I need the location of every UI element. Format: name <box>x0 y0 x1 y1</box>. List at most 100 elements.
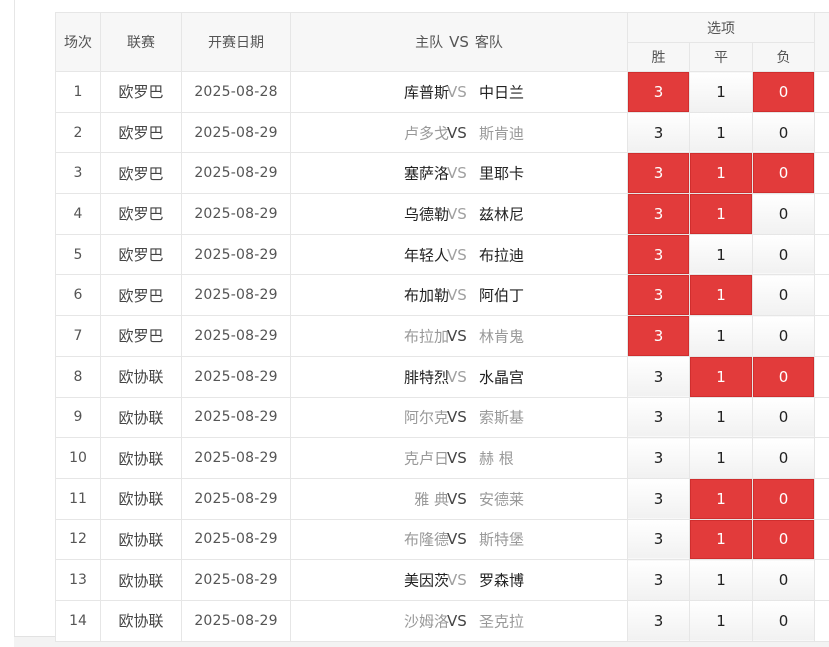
row-date: 2025-08-29 <box>182 397 291 438</box>
row-date: 2025-08-29 <box>182 519 291 560</box>
vs-label: VS <box>447 164 467 182</box>
option-win-button[interactable]: 3 <box>628 112 690 153</box>
table-row: 13欧协联2025-08-29美因茨VS罗森博310 <box>56 560 829 601</box>
home-team: 布拉加 <box>404 325 449 346</box>
row-date: 2025-08-29 <box>182 560 291 601</box>
row-match: 布隆德VS斯特堡 <box>291 519 628 560</box>
row-match: 布拉加VS林肯鬼 <box>291 316 628 357</box>
option-win-button[interactable]: 3 <box>628 560 690 601</box>
away-team: 兹林尼 <box>479 203 524 224</box>
row-date: 2025-08-29 <box>182 356 291 397</box>
option-loss-button[interactable]: 0 <box>753 194 815 235</box>
home-team: 沙姆洛 <box>404 610 449 631</box>
option-draw-button[interactable]: 1 <box>690 112 753 153</box>
home-team: 布加勒 <box>404 285 449 306</box>
option-draw-button[interactable]: 1 <box>690 72 753 113</box>
option-draw-button[interactable]: 1 <box>690 316 753 357</box>
option-win-button[interactable]: 3 <box>628 600 690 641</box>
table-row: 1欧罗巴2025-08-28库普斯VS中日兰310 <box>56 72 829 113</box>
option-win-button[interactable]: 3 <box>628 397 690 438</box>
option-draw-button[interactable]: 1 <box>690 560 753 601</box>
option-win-button[interactable]: 3 <box>628 234 690 275</box>
option-loss-button[interactable]: 0 <box>753 72 815 113</box>
option-loss-button[interactable]: 0 <box>753 316 815 357</box>
vs-label: VS <box>447 83 467 101</box>
row-date: 2025-08-29 <box>182 112 291 153</box>
home-team: 布隆德 <box>404 529 449 550</box>
table-row: 9欧协联2025-08-29阿尔克VS索斯基310 <box>56 397 829 438</box>
home-team: 年轻人 <box>404 244 449 265</box>
option-win-button[interactable]: 3 <box>628 478 690 519</box>
option-draw-button[interactable]: 1 <box>690 194 753 235</box>
away-team: 中日兰 <box>479 81 524 102</box>
away-team: 圣克拉 <box>479 610 524 631</box>
header-win: 胜 <box>628 43 690 72</box>
row-overflow <box>815 438 829 479</box>
option-loss-button[interactable]: 0 <box>753 600 815 641</box>
row-overflow <box>815 600 829 641</box>
option-loss-button[interactable]: 0 <box>753 560 815 601</box>
option-draw-button[interactable]: 1 <box>690 356 753 397</box>
option-loss-button[interactable]: 0 <box>753 112 815 153</box>
row-index: 13 <box>56 560 101 601</box>
option-loss-button[interactable]: 0 <box>753 234 815 275</box>
option-win-button[interactable]: 3 <box>628 438 690 479</box>
row-match: 克卢日VS赫 根 <box>291 438 628 479</box>
header-options: 选项 <box>628 13 815 43</box>
away-team: 阿伯丁 <box>479 285 524 306</box>
option-win-button[interactable]: 3 <box>628 519 690 560</box>
row-overflow <box>815 397 829 438</box>
option-win-button[interactable]: 3 <box>628 356 690 397</box>
option-draw-button[interactable]: 1 <box>690 153 753 194</box>
vs-label: VS <box>447 246 467 264</box>
option-win-button[interactable]: 3 <box>628 72 690 113</box>
option-win-button[interactable]: 3 <box>628 153 690 194</box>
home-team: 美因茨 <box>404 570 449 591</box>
table-row: 10欧协联2025-08-29克卢日VS赫 根310 <box>56 438 829 479</box>
away-team: 罗森博 <box>479 570 524 591</box>
row-league: 欧罗巴 <box>101 234 182 275</box>
home-team: 库普斯 <box>404 81 449 102</box>
vs-label: VS <box>447 490 467 508</box>
option-draw-button[interactable]: 1 <box>690 397 753 438</box>
row-league: 欧协联 <box>101 478 182 519</box>
option-win-button[interactable]: 3 <box>628 275 690 316</box>
option-draw-button[interactable]: 1 <box>690 438 753 479</box>
option-draw-button[interactable]: 1 <box>690 600 753 641</box>
option-draw-button[interactable]: 1 <box>690 234 753 275</box>
row-match: 年轻人VS布拉迪 <box>291 234 628 275</box>
row-index: 4 <box>56 194 101 235</box>
row-index: 11 <box>56 478 101 519</box>
row-league: 欧罗巴 <box>101 316 182 357</box>
row-league: 欧协联 <box>101 560 182 601</box>
option-loss-button[interactable]: 0 <box>753 478 815 519</box>
row-league: 欧罗巴 <box>101 153 182 194</box>
option-draw-button[interactable]: 1 <box>690 519 753 560</box>
option-loss-button[interactable]: 0 <box>753 275 815 316</box>
row-overflow <box>815 356 829 397</box>
option-loss-button[interactable]: 0 <box>753 153 815 194</box>
option-draw-button[interactable]: 1 <box>690 478 753 519</box>
home-team: 克卢日 <box>404 448 449 469</box>
vs-label: VS <box>447 368 467 386</box>
home-team: 腓特烈 <box>404 366 449 387</box>
option-loss-button[interactable]: 0 <box>753 519 815 560</box>
home-team: 乌德勒 <box>404 203 449 224</box>
row-overflow <box>815 275 829 316</box>
option-loss-button[interactable]: 0 <box>753 397 815 438</box>
table-row: 3欧罗巴2025-08-29塞萨洛VS里耶卡310 <box>56 153 829 194</box>
option-win-button[interactable]: 3 <box>628 316 690 357</box>
table-row: 2欧罗巴2025-08-29卢多戈VS斯肯迪310 <box>56 112 829 153</box>
option-loss-button[interactable]: 0 <box>753 438 815 479</box>
header-away: 客队 <box>475 35 503 51</box>
row-overflow <box>815 194 829 235</box>
away-team: 林肯鬼 <box>479 325 524 346</box>
row-overflow <box>815 153 829 194</box>
vs-label: VS <box>447 124 467 142</box>
row-index: 1 <box>56 72 101 113</box>
row-match: 布加勒VS阿伯丁 <box>291 275 628 316</box>
option-win-button[interactable]: 3 <box>628 194 690 235</box>
option-loss-button[interactable]: 0 <box>753 356 815 397</box>
option-draw-button[interactable]: 1 <box>690 275 753 316</box>
header-date: 开赛日期 <box>182 13 291 72</box>
